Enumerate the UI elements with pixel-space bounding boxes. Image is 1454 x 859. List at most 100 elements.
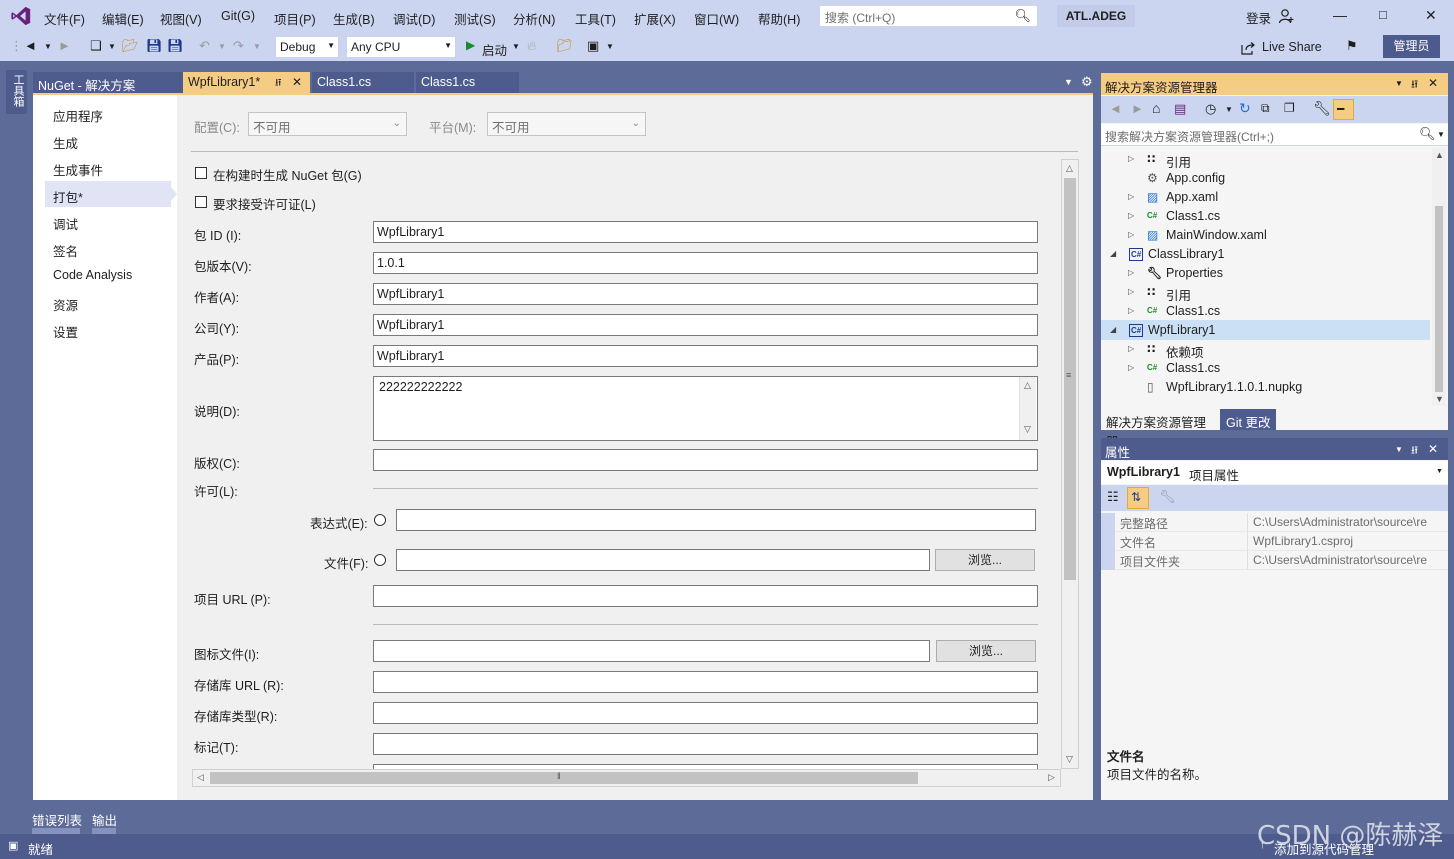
screenshot-icon[interactable]: ▣ (587, 38, 599, 54)
menu-test[interactable]: 测试(S) (454, 9, 496, 28)
product-field[interactable]: WpfLibrary1 (373, 345, 1038, 367)
description-scrollbar[interactable]: △ ▽ (1019, 377, 1036, 440)
settings-gear-icon[interactable]: ⚙ (1081, 74, 1093, 90)
property-row[interactable]: 文件名 WpfLibrary1.csproj (1101, 532, 1448, 551)
scroll-up-icon[interactable]: △ (1066, 163, 1073, 174)
collapsed-arrow-icon[interactable]: ▷ (1128, 268, 1134, 277)
start-dropdown-icon[interactable]: ▼ (512, 42, 520, 51)
collapse-all-icon[interactable]: ⧉ (1261, 101, 1270, 116)
collapsed-arrow-icon[interactable]: ▷ (1128, 287, 1134, 296)
scroll-up-icon[interactable]: ▲ (1435, 150, 1444, 160)
navigate-forward-icon[interactable]: ► (58, 38, 71, 53)
menu-analyze[interactable]: 分析(N) (513, 9, 555, 28)
menu-edit[interactable]: 编辑(E) (102, 9, 144, 28)
platform-dropdown[interactable]: Any CPU ▼ (346, 36, 456, 58)
menu-file[interactable]: 文件(F) (44, 9, 85, 28)
save-icon[interactable]: 💾︎ (146, 38, 163, 54)
tree-item[interactable]: ▷ ∷ 引用 (1101, 150, 1430, 170)
pin-icon[interactable]: ⭿ (275, 76, 281, 93)
toolbar-options-icon[interactable]: ▼ (606, 42, 614, 51)
tree-item[interactable]: ◢ C# ClassLibrary1 (1101, 245, 1430, 264)
properties-object-selector[interactable]: WpfLibrary1 项目属性 ▼ (1101, 461, 1448, 484)
menu-project[interactable]: 项目(P) (274, 9, 316, 28)
license-file-field[interactable] (396, 549, 930, 571)
property-row[interactable]: 项目文件夹 C:\Users\Administrator\source\re (1101, 551, 1448, 570)
pending-changes-icon[interactable]: ◷ (1205, 101, 1216, 117)
tree-item[interactable]: ⚙ App.config (1101, 169, 1430, 188)
nav-item-build[interactable]: 生成 (53, 133, 78, 152)
feedback-icon[interactable]: ⚑ (1346, 38, 1358, 54)
solution-search-input[interactable]: 搜索解决方案资源管理器(Ctrl+;) 🔍︎ ▼ (1101, 124, 1448, 146)
panel-options-icon[interactable]: ▼ (1395, 445, 1403, 454)
close-panel-icon[interactable]: ✕ (1428, 442, 1438, 456)
pending-dropdown-icon[interactable]: ▼ (1225, 105, 1233, 114)
collapsed-arrow-icon[interactable]: ▷ (1128, 363, 1134, 372)
copyright-field[interactable] (373, 449, 1038, 471)
scroll-up-icon[interactable]: △ (1024, 380, 1031, 391)
home-icon[interactable]: ⌂ (1152, 100, 1160, 116)
tree-item[interactable]: ▷ ∷ 引用 (1101, 283, 1430, 303)
scroll-down-icon[interactable]: ▽ (1066, 754, 1073, 765)
login-link[interactable]: 登录 (1246, 8, 1271, 27)
new-dropdown-icon[interactable]: ▼ (108, 42, 116, 51)
package-version-field[interactable]: 1.0.1 (373, 252, 1038, 274)
collapsed-arrow-icon[interactable]: ▷ (1128, 192, 1134, 201)
tree-vertical-scrollbar[interactable]: ▲ ▼ (1432, 148, 1446, 406)
menu-view[interactable]: 视图(V) (160, 9, 202, 28)
nav-item-signing[interactable]: 签名 (53, 241, 78, 260)
undo-dropdown-icon[interactable]: ▼ (218, 42, 226, 51)
license-browse-button[interactable]: 浏览... (935, 549, 1035, 571)
collapsed-arrow-icon[interactable]: ▷ (1128, 230, 1134, 239)
close-panel-icon[interactable]: ✕ (1428, 76, 1438, 90)
nav-item-code-analysis[interactable]: Code Analysis (53, 268, 132, 282)
start-play-icon[interactable]: ▶ (466, 38, 475, 52)
tree-item[interactable]: ▯ WpfLibrary1.1.0.1.nupkg (1101, 378, 1430, 397)
pin-icon[interactable]: ⭿ (1411, 76, 1418, 95)
admin-badge[interactable]: 管理员 (1383, 35, 1440, 58)
collapsed-arrow-icon[interactable]: ▷ (1128, 154, 1134, 163)
search-options-icon[interactable]: ▼ (1437, 130, 1445, 139)
menu-debug[interactable]: 调试(D) (393, 9, 435, 28)
menu-window[interactable]: 窗口(W) (694, 9, 739, 28)
live-share-icon[interactable] (1241, 41, 1256, 55)
license-expression-radio[interactable] (374, 514, 386, 526)
tab-overflow-icon[interactable]: ▼ (1064, 77, 1073, 87)
tree-item[interactable]: ▷ 🔧︎ Properties (1101, 264, 1430, 283)
tree-item[interactable]: ▷ ▨ MainWindow.xaml (1101, 226, 1430, 245)
back-icon[interactable]: ◄ (1109, 101, 1122, 116)
property-row[interactable]: 完整路径 C:\Users\Administrator\source\re (1101, 513, 1448, 532)
project-url-field[interactable] (373, 585, 1038, 607)
tab-solution-explorer-bottom[interactable]: 解决方案资源管理器 (1101, 409, 1218, 449)
icon-browse-button[interactable]: 浏览... (936, 640, 1036, 662)
maximize-icon[interactable]: □ (1379, 7, 1387, 22)
menu-build[interactable]: 生成(B) (333, 9, 375, 28)
new-project-icon[interactable]: ❑ (90, 38, 102, 54)
collapsed-arrow-icon[interactable]: ▷ (1128, 344, 1134, 353)
license-expression-field[interactable] (396, 509, 1036, 531)
search-input[interactable]: 搜索 (Ctrl+Q) 🔍︎ (819, 5, 1038, 27)
pin-icon[interactable]: ⭿ (1411, 442, 1418, 461)
scroll-down-icon[interactable]: ▽ (1024, 424, 1031, 435)
license-file-radio[interactable] (374, 554, 386, 566)
menu-help[interactable]: 帮助(H) (758, 9, 800, 28)
properties-wrench-icon[interactable]: 🔧︎ (1313, 100, 1331, 117)
redo-icon[interactable]: ↷ (233, 38, 244, 54)
nav-item-resources[interactable]: 资源 (53, 295, 78, 314)
close-tab-icon[interactable]: ✕ (292, 75, 302, 89)
collapsed-arrow-icon[interactable]: ▷ (1128, 211, 1134, 220)
repo-url-field[interactable] (373, 671, 1038, 693)
page-horizontal-scrollbar[interactable]: ◁ ‖ ▷ (192, 769, 1061, 787)
nav-item-settings[interactable]: 设置 (53, 322, 78, 341)
panel-options-icon[interactable]: ▼ (1395, 79, 1403, 88)
menu-git[interactable]: Git(G) (221, 9, 255, 23)
live-share-button[interactable]: Live Share (1262, 40, 1322, 54)
icon-file-field[interactable] (373, 640, 930, 662)
require-license-checkbox[interactable] (195, 196, 207, 208)
start-button[interactable]: 启动 (482, 40, 507, 59)
package-id-field[interactable]: WpfLibrary1 (373, 221, 1038, 243)
repo-type-field[interactable] (373, 702, 1038, 724)
back-dropdown-icon[interactable]: ▼ (44, 42, 52, 51)
property-pages-wrench-icon[interactable]: 🔧︎ (1159, 489, 1176, 505)
show-all-files-icon[interactable]: ❐ (1284, 101, 1295, 115)
forward-icon[interactable]: ► (1131, 101, 1144, 116)
